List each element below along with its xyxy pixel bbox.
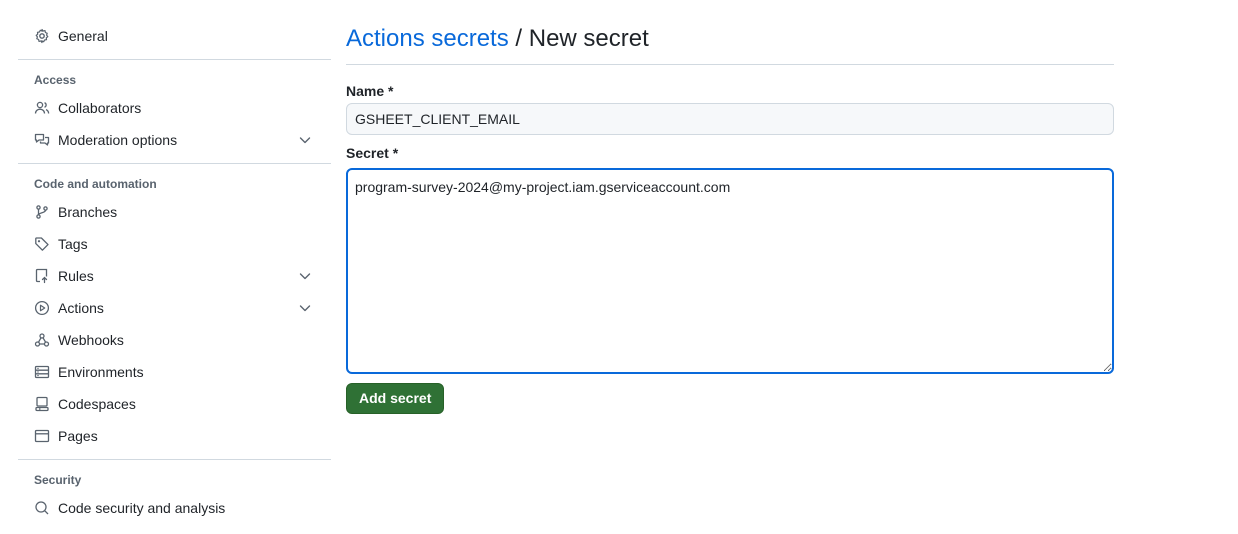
sidebar-item-label: Collaborators [58,100,142,116]
divider [18,59,331,60]
name-label: Name * [346,83,394,99]
sidebar-item-label: Moderation options [58,132,178,148]
sidebar-item-webhooks[interactable]: Webhooks [18,324,331,356]
repo-push-icon [34,268,50,284]
tag-icon [34,236,50,252]
breadcrumb-actions-secrets-link[interactable]: Actions secrets [346,25,509,52]
sidebar-item-branches[interactable]: Branches [18,196,331,228]
git-branch-icon [34,204,50,220]
breadcrumb-separator: / [508,25,529,52]
sidebar-item-code-security[interactable]: Code security and analysis [18,492,331,524]
secret-label: Secret * [346,145,399,161]
comment-discussion-icon [34,132,50,148]
sidebar-item-rules[interactable]: Rules [18,260,331,292]
sidebar-item-environments[interactable]: Environments [18,356,331,388]
chevron-down-icon[interactable] [297,132,313,148]
sidebar-item-label: Actions [58,300,104,316]
sidebar-item-general[interactable]: General [18,20,331,52]
sidebar-item-pages[interactable]: Pages [18,420,331,452]
sidebar-item-collaborators[interactable]: Collaborators [18,92,331,124]
people-icon [34,100,50,116]
sidebar-item-label: Tags [58,236,88,252]
server-icon [34,364,50,380]
browser-icon [34,428,50,444]
page-title: Actions secrets / New secret [346,20,1114,65]
chevron-down-icon[interactable] [297,300,313,316]
sidebar-item-label: Branches [58,204,118,220]
sidebar-item-label: Pages [58,428,98,444]
divider [18,459,331,460]
chevron-down-icon[interactable] [297,268,313,284]
sidebar-item-label: General [58,28,108,44]
sidebar-item-codespaces[interactable]: Codespaces [18,388,331,420]
secret-name-input[interactable] [346,103,1114,135]
sidebar-item-label: Environments [58,364,144,380]
sidebar-item-label: Codespaces [58,396,136,412]
new-secret-form: Actions secrets / New secret Name * Secr… [346,20,1114,414]
sidebar-item-moderation-options[interactable]: Moderation options [18,124,331,156]
sidebar-item-label: Rules [58,268,94,284]
section-heading-code-automation: Code and automation [34,177,157,191]
sidebar-item-actions[interactable]: Actions [18,292,331,324]
codescan-icon [34,500,50,516]
sidebar-item-label: Code security and analysis [58,500,226,516]
sidebar-item-tags[interactable]: Tags [18,228,331,260]
sidebar-item-label: Webhooks [58,332,124,348]
section-heading-access: Access [34,73,77,87]
webhook-icon [34,332,50,348]
breadcrumb-current: New secret [528,25,649,52]
settings-sidebar: General Access Collaborators Moderation … [18,20,331,524]
add-secret-button[interactable]: Add secret [346,383,445,414]
section-heading-security: Security [34,473,82,487]
gear-icon [34,28,50,44]
play-icon [34,300,50,316]
secret-value-textarea[interactable]: program-survey-2024@my-project.iam.gserv… [346,168,1114,374]
divider [18,163,331,164]
codespaces-icon [34,396,50,412]
